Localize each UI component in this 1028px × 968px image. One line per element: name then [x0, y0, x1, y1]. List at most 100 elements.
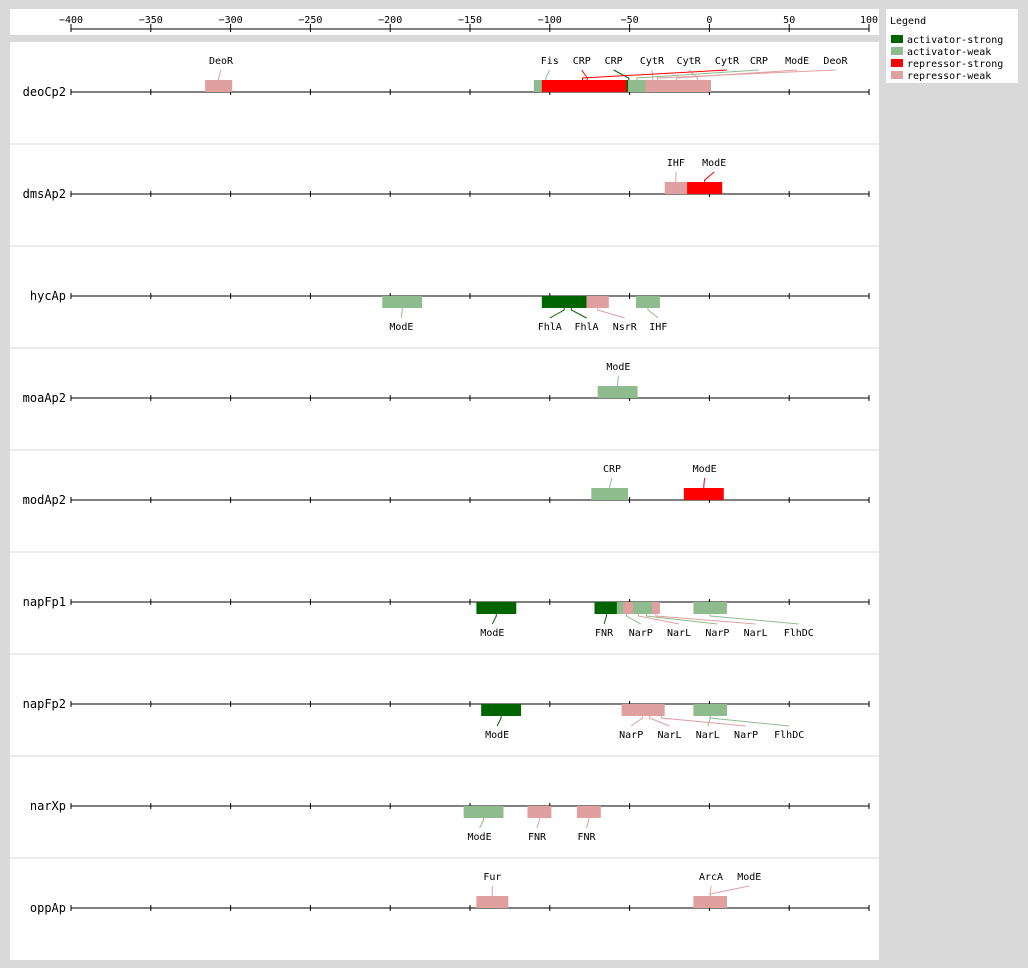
- binding-site-label: FhlA: [574, 322, 598, 333]
- binding-site-label: NarL: [657, 730, 681, 741]
- binding-site-box: [597, 386, 638, 398]
- binding-site-box: [591, 488, 629, 500]
- binding-site-label: NarP: [734, 730, 758, 741]
- binding-site-box: [594, 602, 619, 614]
- binding-site-label: FNR: [577, 832, 596, 843]
- axis-tick-label: −150: [458, 15, 482, 26]
- legend-item-repressor-weak: repressor-weak: [907, 71, 991, 82]
- binding-site-label: ModE: [702, 158, 726, 169]
- binding-site-label: Fis: [541, 56, 559, 67]
- binding-site-box: [645, 80, 670, 92]
- binding-site-label: CRP: [603, 464, 621, 475]
- legend-item-activator-weak: activator-weak: [907, 47, 991, 58]
- track-label: oppAp: [30, 901, 66, 915]
- site-boxes: [597, 386, 638, 398]
- binding-site-label: NarL: [667, 628, 691, 639]
- binding-site-box: [628, 80, 646, 92]
- binding-site-label: Fur: [483, 872, 501, 883]
- track-label: napFp1: [23, 595, 66, 609]
- axis-tick-label: −200: [378, 15, 402, 26]
- site-labels: ModE: [606, 362, 630, 373]
- binding-site-label: NarP: [705, 628, 729, 639]
- track-label: moaAp2: [23, 391, 66, 405]
- binding-site-box: [693, 896, 727, 908]
- binding-site-box: [637, 704, 662, 716]
- binding-site-label: CRP: [573, 56, 591, 67]
- binding-site-label: IHF: [649, 322, 667, 333]
- binding-site-label: CRP: [750, 56, 768, 67]
- binding-site-label: NarL: [744, 628, 768, 639]
- axis-tick-label: 50: [783, 15, 795, 26]
- binding-site-box: [527, 806, 552, 818]
- binding-site-box: [651, 602, 660, 614]
- binding-site-box: [463, 806, 504, 818]
- binding-site-label: ArcA: [699, 872, 723, 883]
- binding-site-label: FlhDC: [784, 628, 814, 639]
- binding-site-box: [476, 896, 509, 908]
- binding-site-box: [382, 296, 423, 308]
- legend-title: Legend: [890, 16, 926, 27]
- binding-site-label: ModE: [606, 362, 630, 373]
- binding-site-label: DeoR: [209, 56, 234, 67]
- binding-site-label: CRP: [605, 56, 623, 67]
- axis-tick-label: −100: [538, 15, 562, 26]
- binding-site-label: NarL: [696, 730, 720, 741]
- binding-site-label: IHF: [667, 158, 685, 169]
- binding-site-label: ModE: [389, 322, 413, 333]
- track-label: dmsAp2: [23, 187, 66, 201]
- site-labels: ModE FNR FNR: [468, 832, 597, 843]
- binding-site-label: CytR: [677, 56, 702, 67]
- axis-tick-label: 0: [706, 15, 712, 26]
- binding-site-label: CytR: [640, 56, 665, 67]
- legend-swatch-repressor-weak: [891, 71, 903, 79]
- binding-site-box: [554, 80, 611, 92]
- binding-site-box: [481, 704, 522, 716]
- legend-swatch-activator-strong: [891, 35, 903, 43]
- legend-swatch-activator-weak: [891, 47, 903, 55]
- binding-site-label: FhlA: [538, 322, 562, 333]
- binding-site-box: [687, 182, 723, 194]
- binding-site-label: ModE: [737, 872, 761, 883]
- binding-site-box: [635, 296, 660, 308]
- axis-tick-label: −300: [219, 15, 243, 26]
- binding-site-label: CytR: [715, 56, 740, 67]
- binding-site-label: ModE: [485, 730, 509, 741]
- track-label: napFp2: [23, 697, 66, 711]
- legend: Legendactivator-strongactivator-weakrepr…: [886, 9, 1018, 83]
- track-label: hycAp: [30, 289, 66, 303]
- site-boxes: [463, 806, 601, 818]
- binding-site-box: [683, 488, 724, 500]
- binding-site-label: DeoR: [823, 56, 848, 67]
- binding-site-box: [693, 704, 727, 716]
- binding-site-box: [664, 182, 688, 194]
- tracks-panel: [10, 42, 879, 960]
- binding-site-box: [559, 296, 584, 308]
- binding-site-label: ModE: [785, 56, 809, 67]
- binding-site-label: FNR: [528, 832, 547, 843]
- track-label: modAp2: [23, 493, 66, 507]
- binding-site-label: ModE: [480, 628, 504, 639]
- site-boxes: [664, 182, 723, 194]
- track-label: narXp: [30, 799, 66, 813]
- binding-site-label: FlhDC: [774, 730, 804, 741]
- axis-tick-label: −50: [621, 15, 639, 26]
- binding-site-label: ModE: [693, 464, 717, 475]
- track-label: deoCp2: [23, 85, 66, 99]
- binding-site-label: FNR: [595, 628, 614, 639]
- binding-site-label: NsrR: [613, 322, 638, 333]
- legend-item-repressor-strong: repressor-strong: [907, 59, 1003, 70]
- axis-tick-label: −250: [298, 15, 322, 26]
- binding-site-box: [476, 602, 517, 614]
- promoter-map-diagram: −400 −350 −300 −250 −200 −150 −100 −50 0 50 100 de…: [10, 9, 1018, 960]
- binding-site-box: [586, 296, 609, 308]
- binding-site-label: NarP: [629, 628, 653, 639]
- axis-tick-label: 100: [860, 15, 878, 26]
- legend-swatch-repressor-strong: [891, 59, 903, 67]
- binding-site-label: NarP: [619, 730, 643, 741]
- axis-tick-label: −400: [59, 15, 83, 26]
- binding-site-label: ModE: [468, 832, 492, 843]
- binding-site-box: [658, 704, 665, 716]
- legend-item-activator-strong: activator-strong: [907, 35, 1003, 46]
- binding-site-box: [205, 80, 233, 92]
- axis-tick-label: −350: [139, 15, 163, 26]
